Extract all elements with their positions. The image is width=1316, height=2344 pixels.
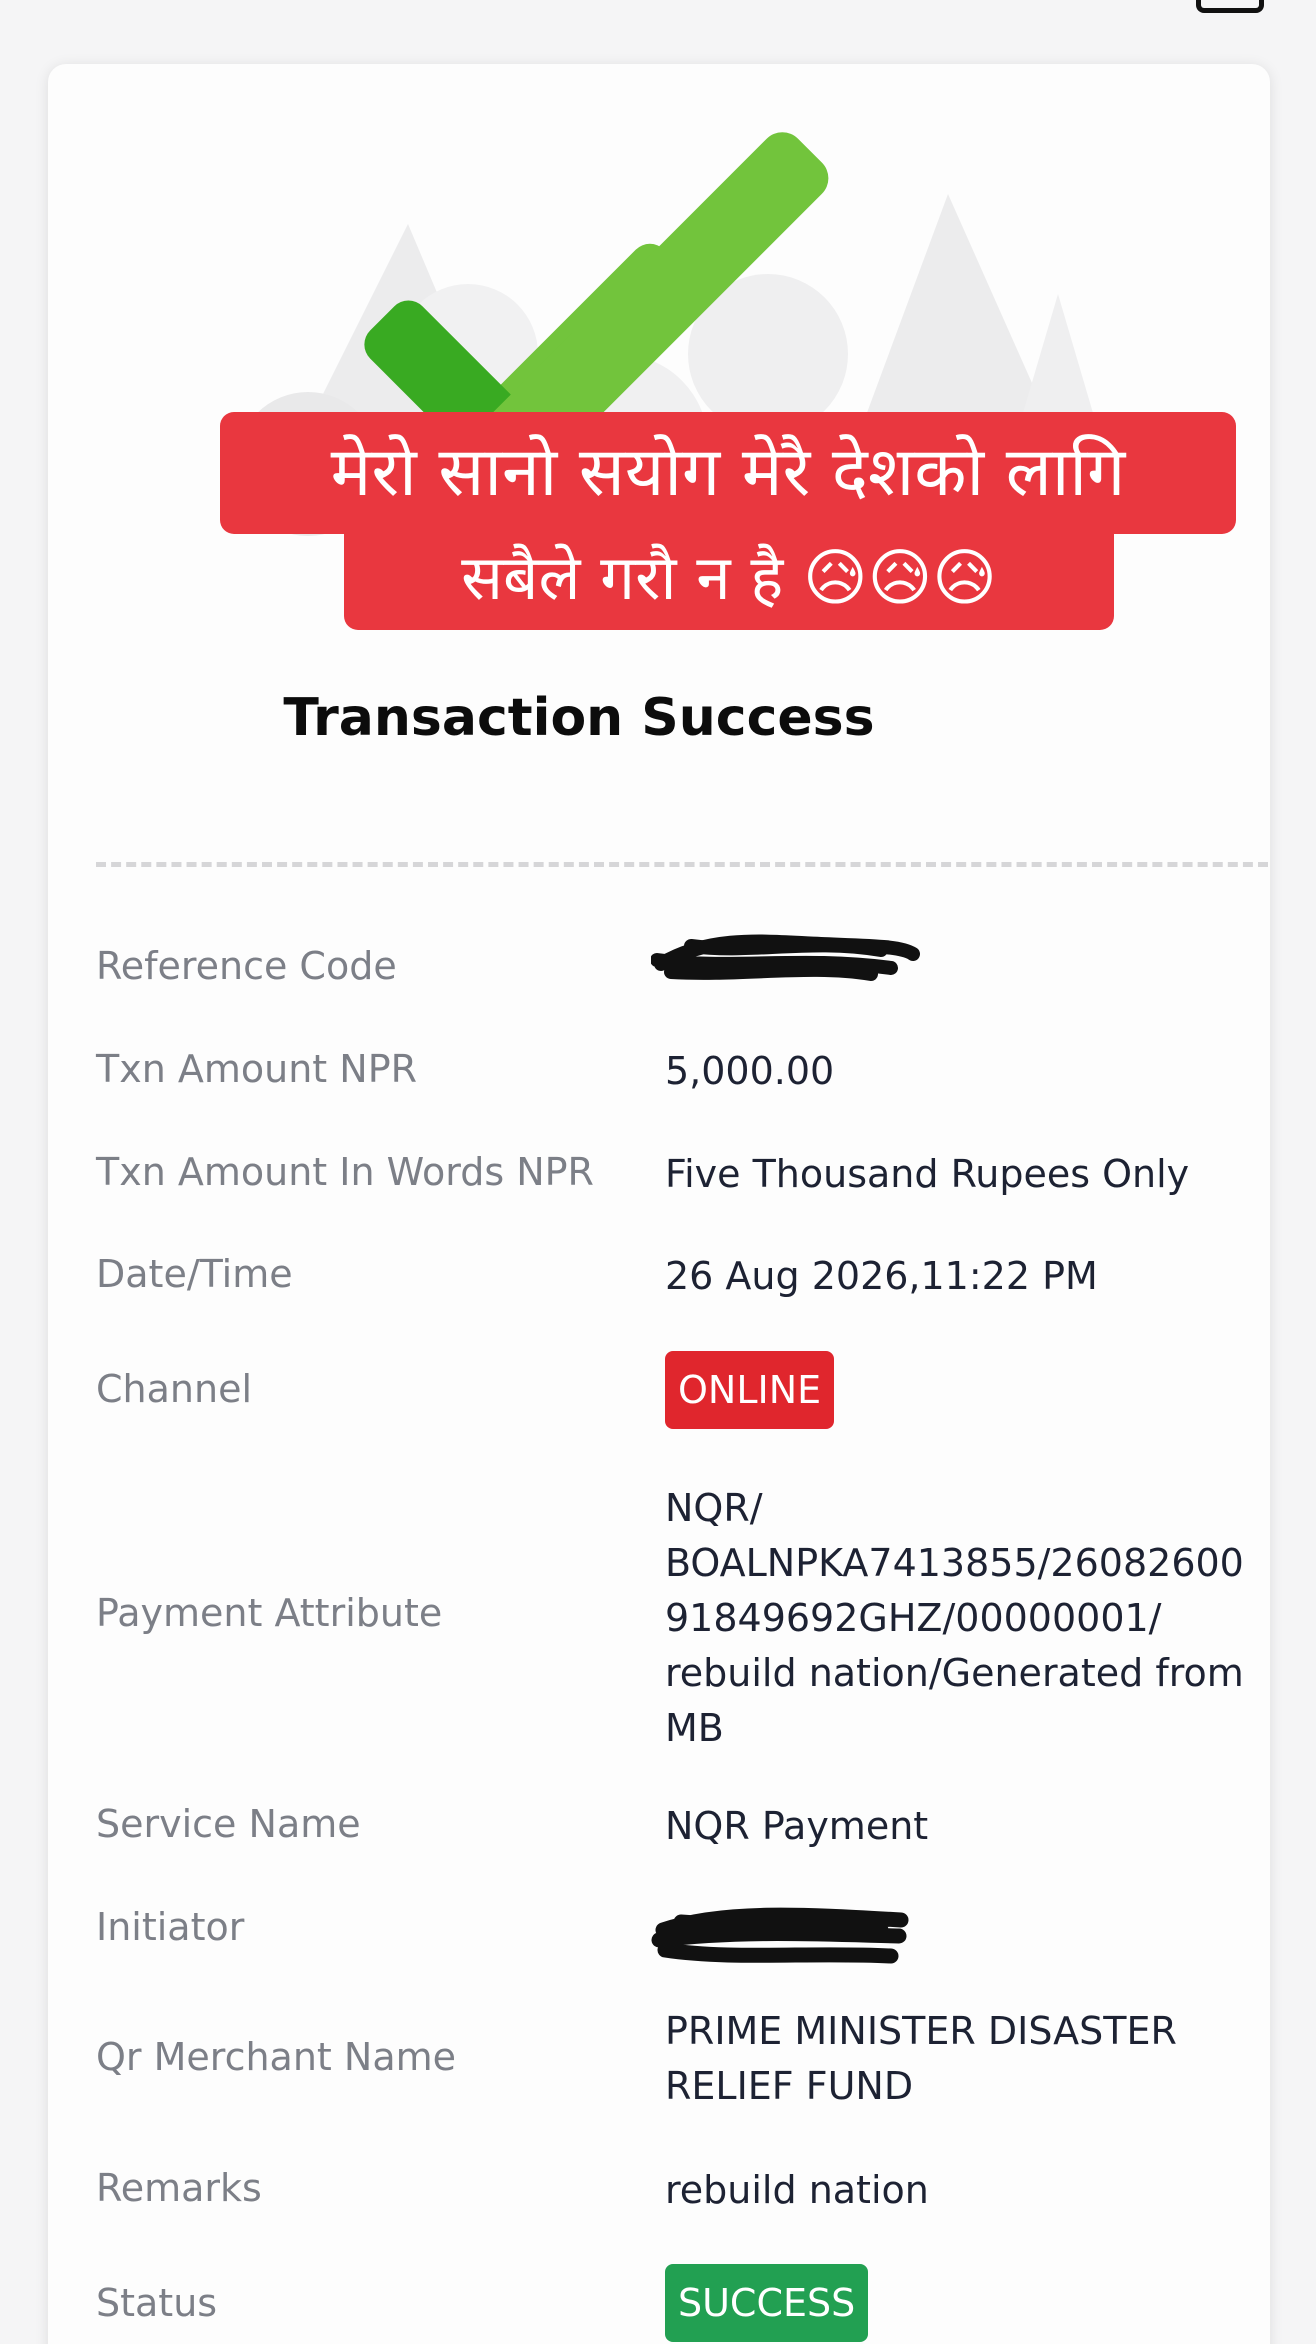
- payment-attribute-label: Payment Attribute: [96, 1591, 443, 1635]
- merchant-name-line: RELIEF FUND: [665, 2064, 914, 2108]
- redaction-scribble: [651, 1907, 909, 1964]
- remarks-label: Remarks: [96, 2166, 262, 2210]
- txn-amount-label: Txn Amount NPR: [96, 1047, 418, 1091]
- status-badge: SUCCESS: [665, 2264, 869, 2342]
- payment-attribute-line: MB: [665, 1706, 724, 1750]
- datetime-value: 26 Aug 2026,11:22 PM: [665, 1254, 1098, 1298]
- txn-words-value: Five Thousand Rupees Only: [665, 1152, 1190, 1196]
- receipt-card: मेरो सानो सयोग मेरै देशको लागि सबैले गरौ…: [48, 64, 1270, 2344]
- datetime-label: Date/Time: [96, 1252, 293, 1296]
- remarks-value: rebuild nation: [665, 2168, 929, 2212]
- payment-attribute-line: rebuild nation/Generated from: [665, 1651, 1244, 1695]
- txn-amount-value: 5,000.00: [665, 1049, 835, 1093]
- channel-badge: ONLINE: [665, 1351, 835, 1429]
- merchant-name-label: Qr Merchant Name: [96, 2035, 456, 2079]
- txn-words-label: Txn Amount In Words NPR: [96, 1150, 594, 1194]
- channel-label: Channel: [96, 1367, 253, 1411]
- redaction-scribble: [651, 934, 920, 981]
- service-name-value: NQR Payment: [665, 1804, 929, 1848]
- merchant-name-value: PRIME MINISTER DISASTER RELIEF FUND: [665, 2004, 1265, 2114]
- initiator-label: Initiator: [96, 1905, 245, 1949]
- payment-attribute-line: NQR/: [665, 1486, 763, 1530]
- payment-attribute-line: BOALNPKA7413855/26082600: [665, 1541, 1244, 1585]
- reference-code-label: Reference Code: [96, 944, 397, 988]
- share-icon[interactable]: [1196, 0, 1264, 13]
- merchant-name-line: PRIME MINISTER DISASTER: [665, 2009, 1177, 2053]
- receipt-screen: मेरो सानो सयोग मेरै देशको लागि सबैले गरौ…: [0, 0, 1316, 2344]
- payment-attribute-value: NQR/ BOALNPKA7413855/26082600 91849692GH…: [665, 1481, 1265, 1756]
- service-name-label: Service Name: [96, 1802, 361, 1846]
- payment-attribute-line: 91849692GHZ/00000001/: [665, 1596, 1162, 1640]
- status-label: Status: [96, 2281, 218, 2325]
- details-list: Reference Code Txn Amount NPR 5,000.00 T…: [48, 64, 1270, 2344]
